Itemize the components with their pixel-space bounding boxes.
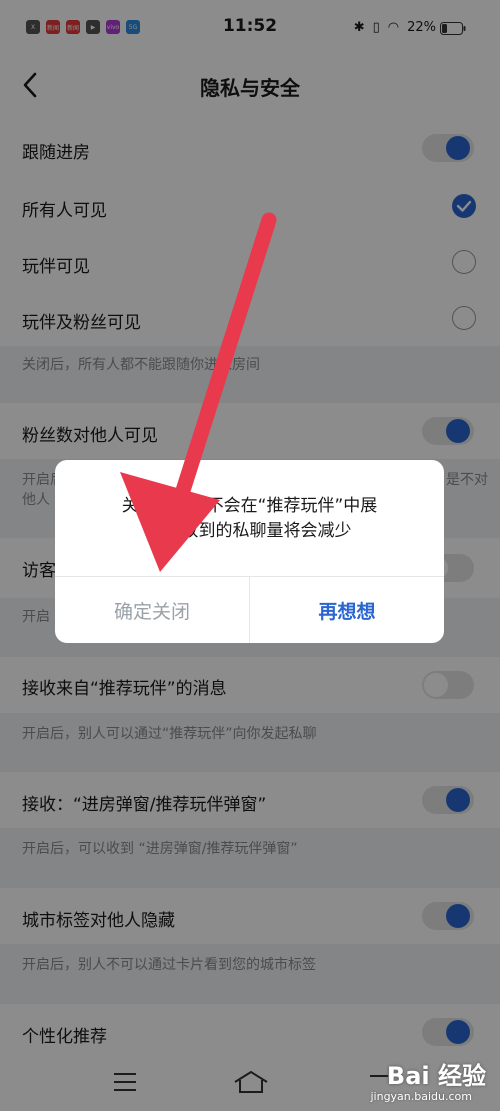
reconsider-button[interactable]: 再想想: [250, 577, 444, 643]
confirm-close-button[interactable]: 确定关闭: [55, 577, 249, 643]
baidu-watermark-url: jingyan.baidu.com: [370, 1090, 472, 1103]
baidu-watermark: Bai 经验: [386, 1062, 486, 1090]
dialog-message: 关闭后，将不会在“推荐玩伴”中展 示，收到的私聊量将会减少: [81, 494, 418, 544]
confirm-dialog: 关闭后，将不会在“推荐玩伴”中展 示，收到的私聊量将会减少 确定关闭 再想想: [55, 460, 444, 643]
dialog-message-line: 关闭后，将不会在“推荐玩伴”中展: [121, 496, 378, 516]
dialog-message-line: 示，收到的私聊量将会减少: [147, 521, 352, 541]
